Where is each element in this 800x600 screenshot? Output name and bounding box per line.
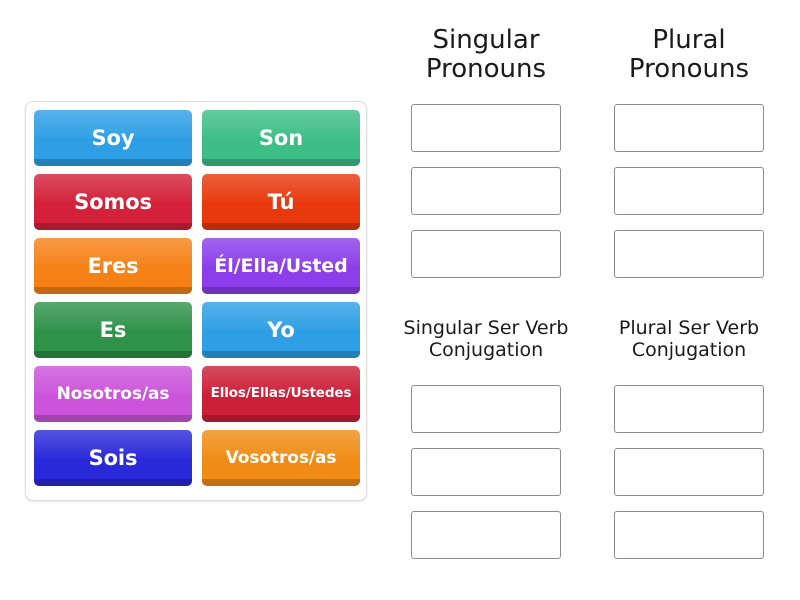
group-title-plural-pronouns: Plural Pronouns bbox=[628, 25, 750, 85]
tile-son[interactable]: Son bbox=[202, 110, 360, 166]
tile-vosotros-as[interactable]: Vosotros/as bbox=[202, 430, 360, 486]
dropzone-plural-ser-verb-1[interactable] bbox=[614, 385, 764, 433]
word-tile-tray: Soy Son Somos Tú Eres Él/Ella/Usted Es Y… bbox=[25, 101, 367, 501]
dropzone-plural-pronouns-1[interactable] bbox=[614, 104, 764, 152]
tile-label: Son bbox=[258, 125, 304, 150]
dropzone-plural-ser-verb-2[interactable] bbox=[614, 448, 764, 496]
tile-label: Él/Ella/Usted bbox=[214, 254, 348, 277]
tile-ellos-ellas-ustedes[interactable]: Ellos/Ellas/Ustedes bbox=[202, 366, 360, 422]
tile-yo[interactable]: Yo bbox=[202, 302, 360, 358]
tile-label: Tú bbox=[267, 189, 295, 214]
group-title-plural-ser-verb-conjugation: Plural Ser Verb Conjugation bbox=[618, 317, 760, 361]
tile-el-ella-usted[interactable]: Él/Ella/Usted bbox=[202, 238, 360, 294]
tile-label: Ellos/Ellas/Ustedes bbox=[210, 385, 352, 402]
tile-label: Yo bbox=[267, 317, 295, 342]
tile-label: Somos bbox=[74, 189, 152, 214]
tile-label: Nosotros/as bbox=[56, 383, 170, 404]
dropzone-plural-ser-verb-3[interactable] bbox=[614, 511, 764, 559]
dropzone-singular-ser-verb-3[interactable] bbox=[411, 511, 561, 559]
tile-tu[interactable]: Tú bbox=[202, 174, 360, 230]
tile-somos[interactable]: Somos bbox=[34, 174, 192, 230]
dropzone-plural-pronouns-3[interactable] bbox=[614, 230, 764, 278]
dropzone-singular-pronouns-1[interactable] bbox=[411, 104, 561, 152]
tile-label: Eres bbox=[87, 253, 139, 278]
tile-soy[interactable]: Soy bbox=[34, 110, 192, 166]
tile-label: Es bbox=[99, 317, 127, 342]
group-title-singular-ser-verb-conjugation: Singular Ser Verb Conjugation bbox=[403, 317, 569, 361]
dropzone-singular-pronouns-2[interactable] bbox=[411, 167, 561, 215]
tile-grid: Soy Son Somos Tú Eres Él/Ella/Usted Es Y… bbox=[34, 110, 360, 494]
tile-label: Vosotros/as bbox=[225, 447, 337, 468]
group-title-singular-pronouns: Singular Pronouns bbox=[425, 25, 547, 85]
tile-label: Soy bbox=[91, 125, 135, 150]
tile-eres[interactable]: Eres bbox=[34, 238, 192, 294]
dropzone-singular-pronouns-3[interactable] bbox=[411, 230, 561, 278]
dropzone-plural-pronouns-2[interactable] bbox=[614, 167, 764, 215]
tile-es[interactable]: Es bbox=[34, 302, 192, 358]
dropzone-singular-ser-verb-2[interactable] bbox=[411, 448, 561, 496]
tile-label: Sois bbox=[88, 445, 138, 470]
tile-nosotros-as[interactable]: Nosotros/as bbox=[34, 366, 192, 422]
tile-sois[interactable]: Sois bbox=[34, 430, 192, 486]
dropzone-singular-ser-verb-1[interactable] bbox=[411, 385, 561, 433]
